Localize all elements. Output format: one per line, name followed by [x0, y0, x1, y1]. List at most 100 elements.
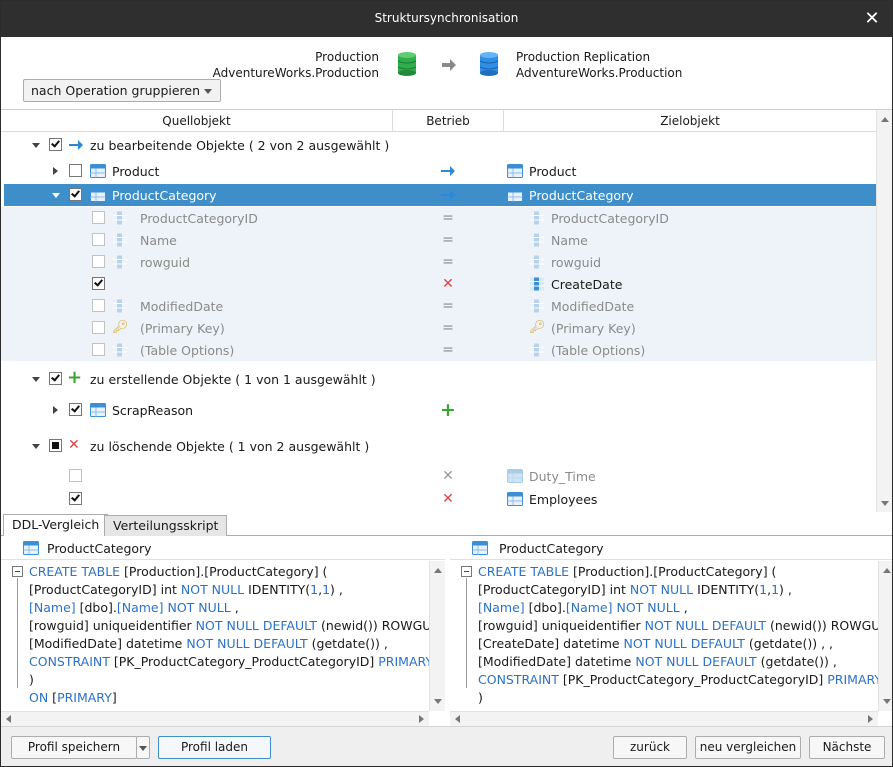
code-line: ON [PRIMARY] — [29, 690, 117, 705]
chevron-down-icon — [204, 89, 212, 94]
row-checkbox[interactable] — [69, 469, 82, 482]
row-checkbox[interactable] — [92, 321, 105, 334]
table-row[interactable]: ✕ Employees — [1, 488, 876, 510]
equal-icon: = — [442, 342, 454, 358]
table-icon — [507, 492, 523, 506]
group-row-modify[interactable]: zu bearbeitende Objekte ( 2 von 2 ausgew… — [1, 134, 876, 156]
row-checkbox[interactable] — [69, 164, 82, 177]
expand-icon[interactable] — [53, 406, 58, 414]
table-row[interactable]: Product Product — [1, 160, 876, 182]
source-line1: Production — [315, 50, 379, 64]
close-icon[interactable]: ✕ — [862, 9, 882, 29]
target-object: CreateDate — [551, 277, 623, 292]
target-database-icon — [479, 52, 499, 76]
table-icon — [507, 164, 523, 178]
next-button[interactable]: Nächste — [809, 736, 885, 759]
row-checkbox[interactable] — [92, 343, 105, 356]
collapse-icon[interactable] — [32, 143, 40, 148]
column-target: Zielobjekt — [660, 114, 720, 128]
target-object: Product — [529, 164, 577, 179]
scroll-up-icon[interactable] — [881, 117, 889, 122]
ddl-source-code[interactable]: CREATE TABLE [Production].[ProductCatego… — [1, 561, 439, 711]
row-checkbox[interactable] — [69, 188, 82, 201]
ddl-source-hscroll[interactable] — [1, 711, 429, 726]
row-checkbox[interactable] — [92, 277, 105, 290]
table-options-icon — [112, 343, 128, 357]
ddl-target-code[interactable]: CREATE TABLE [Production].[ProductCatego… — [450, 561, 888, 711]
group-row-create[interactable]: + zu erstellende Objekte ( 1 von 1 ausge… — [1, 368, 876, 390]
group-row-delete[interactable]: ✕ zu löschende Objekte ( 1 von 2 ausgewä… — [1, 435, 876, 457]
ddl-target-pane: ProductCategory CREATE TABLE [Production… — [450, 536, 892, 726]
save-profile-button[interactable]: Profil speichern — [11, 736, 137, 759]
column-row[interactable]: (Table Options) = (Table Options) — [1, 339, 876, 361]
key-icon: 🔑︎ — [529, 320, 546, 335]
table-row[interactable]: ScrapReason + — [1, 399, 876, 421]
source-database-icon — [397, 52, 417, 76]
table-options-icon — [529, 343, 545, 357]
row-checkbox[interactable] — [92, 255, 105, 268]
column-icon — [529, 233, 545, 247]
recompare-button[interactable]: neu vergleichen — [695, 736, 801, 759]
back-button[interactable]: zurück — [613, 736, 687, 759]
group-checkbox[interactable] — [49, 138, 62, 151]
ddl-source-header: ProductCategory — [1, 536, 445, 560]
table-icon — [507, 469, 523, 483]
tab-deploy-script[interactable]: Verteilungsskript — [104, 515, 228, 536]
column-row[interactable]: Name = Name — [1, 229, 876, 251]
table-icon — [23, 541, 39, 555]
arrow-right-icon — [442, 59, 456, 71]
scroll-down-icon[interactable] — [881, 501, 889, 506]
plus-icon: + — [440, 399, 456, 421]
group-checkbox[interactable] — [49, 372, 62, 385]
ddl-compare-panel: ProductCategory CREATE TABLE [Production… — [1, 536, 892, 726]
code-line: CONSTRAINT [PK_ProductCategory_ProductCa… — [478, 672, 888, 687]
code-line: [Name] [dbo].[Name] NOT NULL , — [29, 600, 239, 615]
column-row[interactable]: 🔑︎ (Primary Key) = 🔑︎ (Primary Key) — [1, 317, 876, 339]
column-row[interactable]: ModifiedDate = ModifiedDate — [1, 295, 876, 317]
table-row-selected[interactable]: ProductCategory ProductCategory — [4, 184, 876, 206]
fold-guide — [17, 578, 18, 688]
group-checkbox[interactable] — [49, 439, 62, 452]
row-checkbox[interactable] — [92, 299, 105, 312]
load-profile-button[interactable]: Profil laden — [158, 736, 271, 759]
column-icon — [529, 211, 545, 225]
row-checkbox[interactable] — [69, 403, 82, 416]
table-row[interactable]: ✕ Duty_Time — [1, 465, 876, 487]
row-checkbox[interactable] — [69, 492, 82, 505]
target-object: ProductCategoryID — [551, 211, 669, 226]
expand-icon[interactable] — [53, 167, 58, 175]
fold-collapse-icon[interactable] — [12, 566, 23, 577]
ddl-source-vscroll[interactable] — [429, 561, 445, 711]
collapse-icon[interactable] — [32, 444, 40, 449]
target-line2: AdventureWorks.Production — [516, 66, 683, 80]
group-by-select[interactable]: nach Operation gruppieren — [23, 79, 221, 102]
source-object: (Table Options) — [140, 343, 235, 358]
collapse-icon[interactable] — [52, 193, 60, 198]
save-profile-dropdown[interactable] — [136, 736, 150, 759]
source-object: ProductCategory — [112, 188, 217, 203]
source-object: ProductCategoryID — [140, 211, 258, 226]
column-row[interactable]: ✕ CreateDate — [1, 273, 876, 295]
column-row[interactable]: ProductCategoryID = ProductCategoryID — [1, 207, 876, 229]
row-checkbox[interactable] — [92, 211, 105, 224]
code-line: CONSTRAINT [PK_ProductCategory_ProductCa… — [29, 654, 439, 669]
fold-collapse-icon[interactable] — [461, 566, 472, 577]
tab-ddl-compare[interactable]: DDL-Vergleich — [3, 514, 109, 536]
code-line: [ProductCategoryID] int NOT NULL IDENTIT… — [478, 582, 792, 597]
target-object: (Table Options) — [551, 343, 646, 358]
column-row[interactable]: rowguid = rowguid — [1, 251, 876, 273]
grid-scrollbar[interactable] — [876, 110, 892, 512]
ddl-target-vscroll[interactable] — [878, 561, 892, 711]
row-checkbox[interactable] — [92, 233, 105, 246]
ddl-target-hscroll[interactable] — [450, 711, 878, 726]
collapse-icon[interactable] — [32, 377, 40, 382]
title-bar: Struktursynchronisation ✕ — [1, 1, 892, 37]
source-line2: AdventureWorks.Production — [212, 66, 379, 80]
plus-icon: + — [67, 367, 83, 388]
source-object: rowguid — [140, 255, 190, 270]
key-icon: 🔑︎ — [112, 320, 129, 335]
column-icon — [112, 211, 128, 225]
ddl-source-title: ProductCategory — [47, 541, 152, 556]
column-operation: Betrieb — [426, 114, 470, 128]
target-object: Duty_Time — [529, 469, 596, 484]
